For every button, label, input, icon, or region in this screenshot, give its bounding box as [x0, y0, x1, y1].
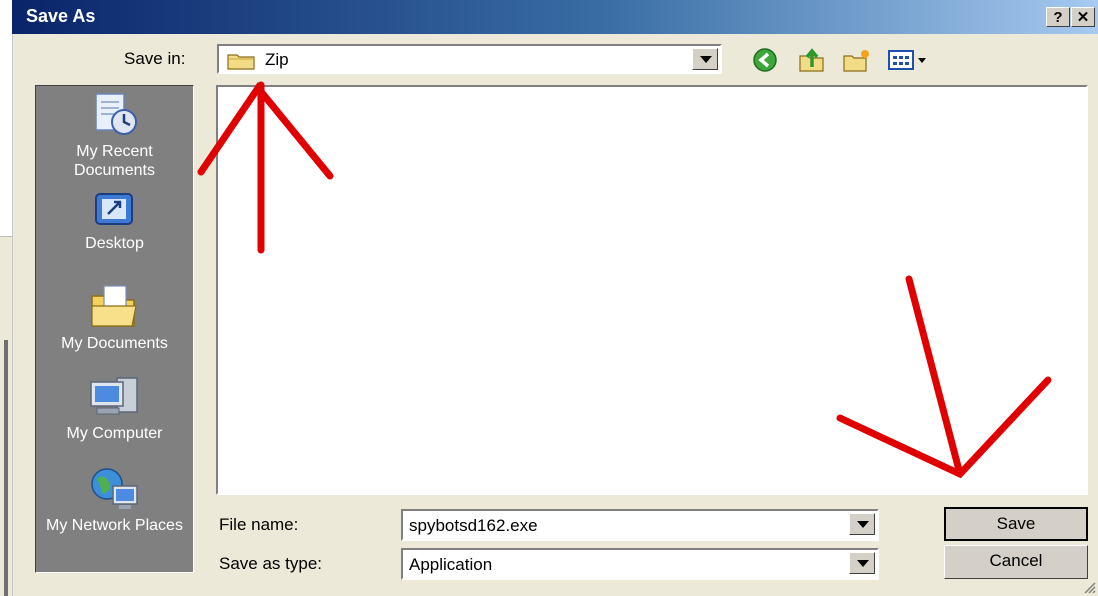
file-name-dropdown-button[interactable]	[849, 513, 875, 535]
file-list[interactable]	[216, 85, 1088, 495]
save-as-type-dropdown-button[interactable]	[849, 552, 875, 574]
my-documents-icon	[90, 285, 137, 327]
title-bar: Save As ? ✕	[12, 0, 1098, 34]
save-in-combo[interactable]: Zip	[217, 44, 722, 74]
place-label: My Documents	[61, 335, 168, 352]
save-as-type-value: Application	[409, 555, 493, 574]
save-button[interactable]: Save	[944, 507, 1088, 541]
views-menu-icon[interactable]	[887, 47, 931, 73]
place-label: My Recent Documents	[74, 143, 155, 179]
desktop-icon	[94, 193, 133, 225]
place-label: Desktop	[85, 235, 144, 252]
place-desktop[interactable]: Desktop	[36, 190, 193, 253]
save-in-label: Save in:	[124, 49, 186, 68]
place-label: My Network Places	[46, 517, 183, 534]
place-label: My Computer	[66, 425, 163, 442]
save-as-type-select[interactable]: Application	[401, 548, 879, 580]
file-name-label: File name:	[219, 515, 299, 534]
folder-icon	[227, 54, 255, 70]
help-button[interactable]: ?	[1046, 7, 1070, 27]
file-name-combo[interactable]: spybotsd162.exe	[401, 509, 879, 541]
background-window-edge	[0, 0, 13, 596]
save-as-type-label: Save as type:	[219, 554, 323, 573]
close-button[interactable]: ✕	[1071, 7, 1095, 27]
my-computer-icon	[89, 377, 138, 415]
cancel-button[interactable]: Cancel	[944, 545, 1088, 579]
resize-grip-icon[interactable]	[1082, 580, 1096, 594]
network-places-icon	[90, 468, 138, 509]
place-network-places[interactable]: My Network Places	[36, 466, 193, 535]
back-icon[interactable]	[752, 47, 778, 73]
file-name-input[interactable]: spybotsd162.exe	[409, 516, 538, 536]
place-my-computer[interactable]: My Computer	[36, 374, 193, 443]
place-my-documents[interactable]: My Documents	[36, 282, 193, 353]
up-folder-icon[interactable]	[798, 47, 826, 73]
place-recent-documents[interactable]: My Recent Documents	[36, 92, 193, 180]
background-window-frame	[4, 340, 8, 596]
new-folder-icon[interactable]	[842, 47, 872, 73]
recent-documents-icon	[94, 93, 137, 135]
save-in-value: Zip	[265, 50, 289, 69]
dialog-title: Save As	[26, 6, 96, 26]
places-bar: My Recent Documents Desktop My Documents…	[35, 85, 194, 573]
save-in-dropdown-button[interactable]	[692, 48, 718, 70]
